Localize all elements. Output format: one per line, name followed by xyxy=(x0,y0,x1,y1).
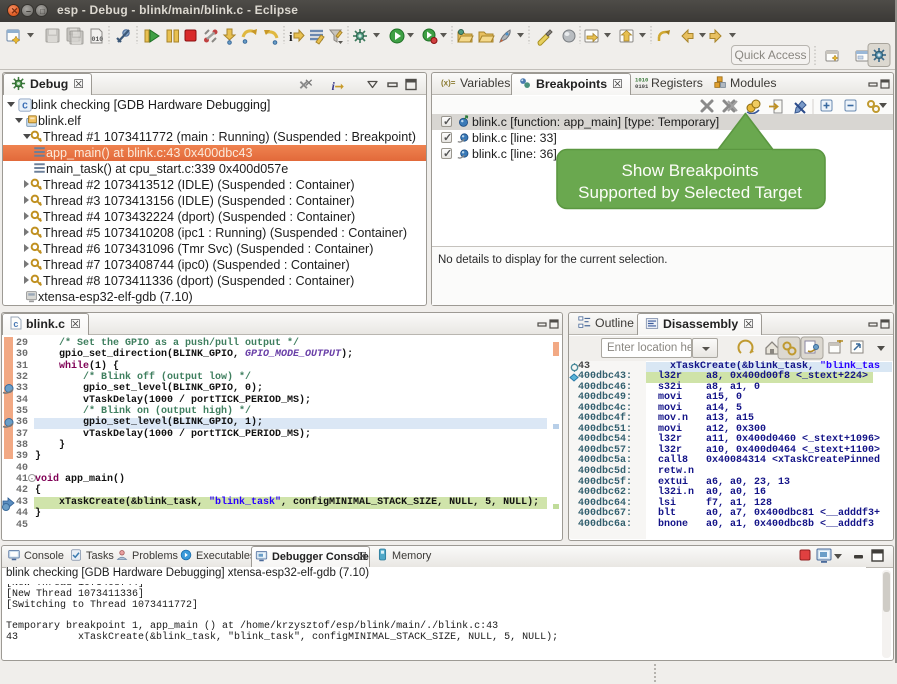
svg-text:Show Breakpoints: Show Breakpoints xyxy=(621,161,758,180)
svg-text:(x)=: (x)= xyxy=(441,79,456,88)
svg-text:Supported by Selected Target: Supported by Selected Target xyxy=(578,183,802,202)
svg-text:0101: 0101 xyxy=(635,83,648,89)
svg-text:i: i xyxy=(289,29,293,44)
svg-text:c: c xyxy=(13,320,18,330)
svg-text:C: C xyxy=(22,101,28,112)
svg-text:010: 010 xyxy=(92,36,104,43)
